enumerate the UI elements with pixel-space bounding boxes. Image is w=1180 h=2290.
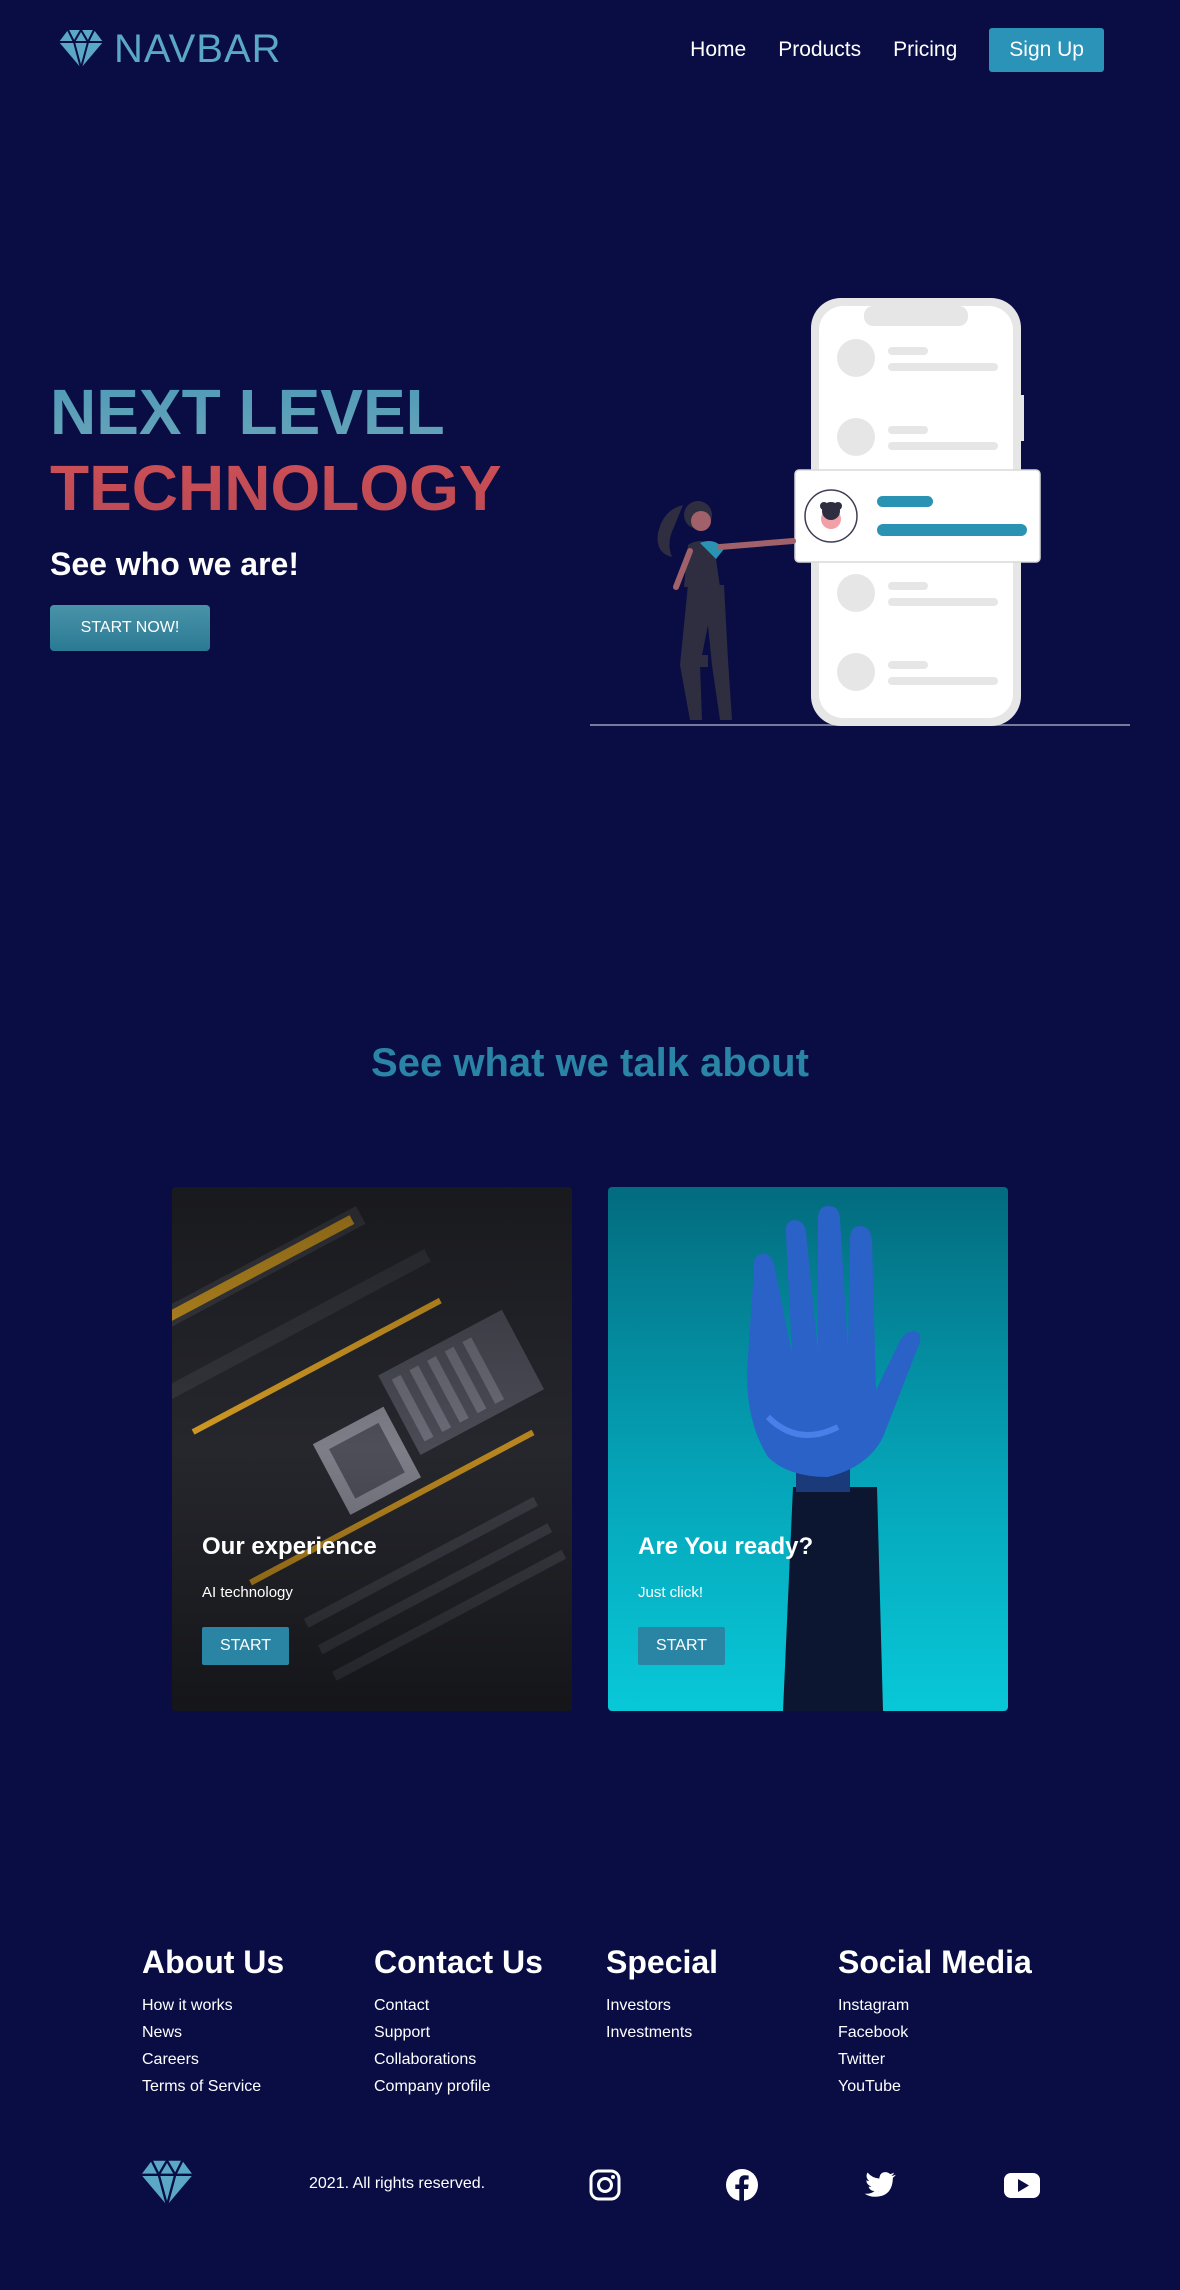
card-are-you-ready: Are You ready? Just click! START: [608, 1187, 1008, 1711]
copyright-text: 2021. All rights reserved.: [309, 2175, 486, 2192]
hero-illustration: [590, 298, 1130, 726]
footer-link-support[interactable]: Support: [374, 2019, 543, 2046]
footer-heading: Contact Us: [374, 1944, 543, 1980]
card-start-button[interactable]: START: [202, 1627, 289, 1665]
footer-column-contact: Contact Us Contact Support Collaboration…: [374, 1938, 543, 2100]
hero-subtitle: See who we are!: [50, 546, 299, 582]
card-subtitle: AI technology: [202, 1584, 293, 1601]
card-title: Are You ready?: [638, 1533, 814, 1560]
footer-column-about: About Us How it works News Careers Terms…: [142, 1938, 284, 2100]
footer-link-careers[interactable]: Careers: [142, 2046, 284, 2073]
footer-column-special: Special Investors Investments: [606, 1938, 718, 2046]
footer-link-news[interactable]: News: [142, 2019, 284, 2046]
nav-link-home[interactable]: Home: [690, 27, 746, 73]
footer-link-facebook[interactable]: Facebook: [838, 2019, 1032, 2046]
section-title: See what we talk about: [371, 1041, 809, 1085]
sign-up-button[interactable]: Sign Up: [989, 28, 1104, 72]
card-our-experience: Our experience AI technology START: [172, 1187, 572, 1711]
youtube-icon[interactable]: [1003, 2167, 1041, 2203]
start-now-button[interactable]: START NOW!: [50, 605, 210, 651]
navbar: NAVBAR Home Products Pricing Sign Up: [0, 0, 1180, 100]
facebook-icon[interactable]: [724, 2167, 760, 2203]
logo[interactable]: NAVBAR: [58, 26, 282, 72]
footer-heading: Social Media: [838, 1944, 1032, 1980]
footer-heading: About Us: [142, 1944, 285, 1980]
nav-link-pricing[interactable]: Pricing: [893, 27, 957, 73]
footer-link-investors[interactable]: Investors: [606, 1992, 718, 2019]
footer-link-contact[interactable]: Contact: [374, 1992, 543, 2019]
diamond-logo-icon: [59, 28, 103, 70]
footer-column-social: Social Media Instagram Facebook Twitter …: [838, 1938, 1032, 2100]
nav-link-products[interactable]: Products: [778, 27, 861, 73]
footer-heading: Special: [606, 1944, 719, 1980]
footer-link-twitter[interactable]: Twitter: [838, 2046, 1032, 2073]
footer-link-terms[interactable]: Terms of Service: [142, 2073, 284, 2100]
nav-links: Home Products Pricing Sign Up: [690, 27, 1104, 73]
logo-text: NAVBAR: [114, 27, 282, 71]
footer-link-company-profile[interactable]: Company profile: [374, 2073, 543, 2100]
footer-link-investments[interactable]: Investments: [606, 2019, 718, 2046]
diamond-logo-icon[interactable]: [140, 2158, 194, 2208]
twitter-icon[interactable]: [862, 2167, 898, 2203]
footer-link-collaborations[interactable]: Collaborations: [374, 2046, 543, 2073]
footer-link-how-it-works[interactable]: How it works: [142, 1992, 284, 2019]
instagram-icon[interactable]: [587, 2167, 623, 2203]
card-subtitle: Just click!: [638, 1584, 704, 1601]
hero-title-line1: NEXT LEVEL: [50, 372, 445, 452]
hero-title-line2: TECHNOLOGY: [50, 448, 502, 528]
card-start-button[interactable]: START: [638, 1627, 725, 1665]
footer-link-youtube[interactable]: YouTube: [838, 2073, 1032, 2100]
card-title: Our experience: [202, 1533, 377, 1560]
footer-link-instagram[interactable]: Instagram: [838, 1992, 1032, 2019]
